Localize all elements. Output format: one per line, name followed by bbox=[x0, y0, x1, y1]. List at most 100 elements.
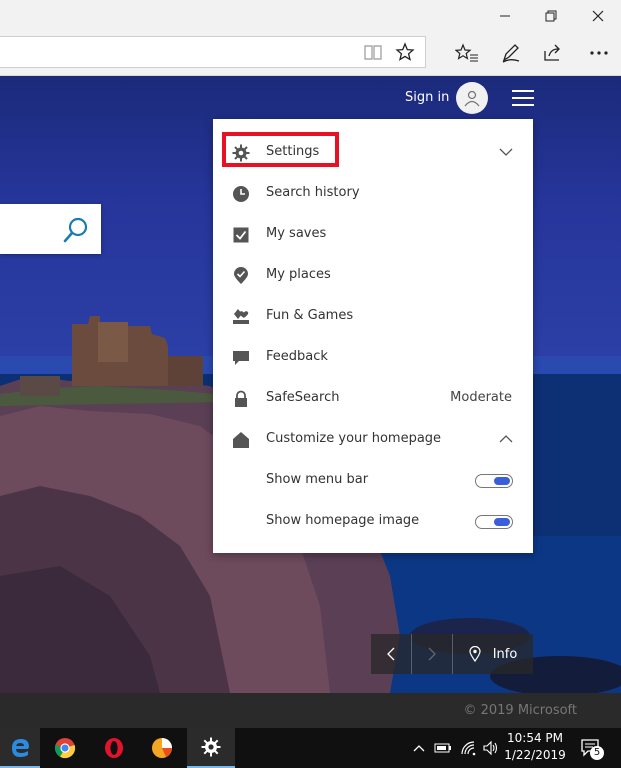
search-icon[interactable] bbox=[62, 216, 90, 244]
chat-bubble-icon bbox=[232, 349, 250, 367]
chevron-up-icon bbox=[413, 745, 425, 752]
menu-item-fun-games[interactable]: Fun & Games bbox=[213, 296, 533, 337]
chevron-down-icon[interactable] bbox=[499, 145, 513, 159]
menu-item-show-homepage-image: Show homepage image bbox=[213, 501, 533, 542]
chrome-icon bbox=[54, 738, 76, 759]
hamburger-menu-button[interactable] bbox=[512, 90, 534, 108]
show-homepage-image-toggle[interactable] bbox=[475, 515, 513, 529]
menu-item-label: Customize your homepage bbox=[266, 431, 442, 446]
favorites-hub-button[interactable] bbox=[452, 38, 482, 68]
menu-item-label: Fun & Games bbox=[266, 308, 354, 323]
games-icon bbox=[232, 308, 250, 326]
taskbar-opera[interactable] bbox=[90, 728, 138, 768]
avatar-button[interactable] bbox=[456, 82, 488, 114]
show-menu-bar-toggle[interactable] bbox=[475, 474, 513, 488]
hamburger-line bbox=[512, 90, 534, 92]
toggle-knob bbox=[494, 477, 510, 485]
minimize-button[interactable] bbox=[482, 0, 528, 32]
menu-item-label: My places bbox=[266, 267, 331, 282]
location-pin-icon bbox=[469, 646, 481, 662]
menu-item-label: SafeSearch bbox=[266, 390, 340, 405]
copyright-text: © 2019 Microsoft bbox=[463, 703, 577, 718]
gear-icon bbox=[232, 144, 250, 162]
menu-item-safesearch[interactable]: SafeSearch Moderate bbox=[213, 378, 533, 419]
menu-item-my-places[interactable]: My places bbox=[213, 255, 533, 296]
home-icon bbox=[232, 431, 250, 449]
share-button[interactable] bbox=[538, 38, 568, 68]
opera-icon bbox=[105, 738, 123, 758]
previous-image-button[interactable] bbox=[371, 634, 411, 674]
clock-time: 10:54 PM bbox=[507, 731, 563, 745]
web-note-button[interactable] bbox=[496, 38, 526, 68]
menu-item-settings[interactable]: Settings bbox=[213, 132, 533, 173]
menu-item-label: Search history bbox=[266, 185, 360, 200]
edge-icon bbox=[12, 739, 29, 757]
settings-icon bbox=[201, 737, 221, 757]
taskbar-edge[interactable] bbox=[0, 728, 40, 768]
chart-app-icon bbox=[152, 738, 172, 758]
search-box[interactable] bbox=[0, 204, 101, 254]
menu-item-my-saves[interactable]: My saves bbox=[213, 214, 533, 255]
menu-item-customize-homepage[interactable]: Customize your homepage bbox=[213, 419, 533, 460]
star-icon bbox=[395, 42, 415, 61]
page-footer: © 2019 Microsoft bbox=[0, 693, 621, 728]
menu-item-label: Show homepage image bbox=[266, 513, 420, 528]
address-bar[interactable] bbox=[0, 36, 426, 68]
menu-item-label: Show menu bar bbox=[266, 472, 369, 487]
favorite-star-button[interactable] bbox=[390, 37, 420, 67]
image-navigation: Info bbox=[371, 634, 533, 674]
reading-view-icon bbox=[364, 45, 382, 60]
safesearch-value: Moderate bbox=[450, 390, 512, 405]
network-button[interactable] bbox=[458, 728, 480, 768]
menu-item-feedback[interactable]: Feedback bbox=[213, 337, 533, 378]
info-label: Info bbox=[492, 646, 518, 662]
menu-item-label: My saves bbox=[266, 226, 327, 241]
wifi-icon bbox=[461, 741, 476, 756]
hamburger-line bbox=[512, 97, 534, 99]
hamburger-line bbox=[512, 104, 534, 106]
next-image-button[interactable] bbox=[412, 634, 452, 674]
taskbar-chrome[interactable] bbox=[41, 728, 89, 768]
user-icon bbox=[464, 90, 480, 107]
toggle-knob bbox=[494, 518, 510, 526]
taskbar-settings[interactable] bbox=[187, 728, 235, 768]
close-button[interactable] bbox=[575, 0, 621, 32]
notification-badge: 5 bbox=[590, 746, 604, 760]
chevron-left-icon bbox=[387, 647, 395, 661]
settings-dropdown-menu: Settings Search history My saves My plac… bbox=[213, 119, 533, 553]
menu-item-search-history[interactable]: Search history bbox=[213, 173, 533, 214]
windows-taskbar: 10:54 PM 1/22/2019 5 bbox=[0, 728, 621, 768]
title-bar bbox=[0, 0, 621, 32]
location-check-icon bbox=[232, 267, 250, 285]
browser-toolbar bbox=[0, 32, 621, 76]
favorites-list-icon bbox=[455, 43, 478, 62]
restore-button[interactable] bbox=[528, 0, 574, 32]
battery-icon bbox=[434, 743, 451, 753]
pen-icon bbox=[502, 44, 520, 63]
share-icon bbox=[544, 44, 560, 61]
chevron-up-icon[interactable] bbox=[499, 432, 513, 446]
sign-in-link[interactable]: Sign in bbox=[405, 90, 449, 105]
taskbar-chart-app[interactable] bbox=[138, 728, 186, 768]
volume-button[interactable] bbox=[480, 728, 502, 768]
menu-item-label: Feedback bbox=[266, 349, 328, 364]
more-button[interactable] bbox=[584, 38, 614, 68]
menu-item-label: Settings bbox=[266, 144, 320, 159]
reading-view-button[interactable] bbox=[358, 37, 388, 67]
minimize-icon bbox=[500, 15, 510, 17]
tray-overflow-button[interactable] bbox=[410, 728, 428, 768]
taskbar-clock[interactable]: 10:54 PM 1/22/2019 bbox=[500, 730, 570, 764]
more-dots-icon bbox=[590, 51, 608, 55]
chevron-right-icon bbox=[428, 647, 436, 661]
lock-icon bbox=[232, 390, 250, 408]
checkbox-icon bbox=[232, 226, 250, 244]
restore-icon bbox=[545, 10, 557, 22]
battery-button[interactable] bbox=[432, 728, 454, 768]
close-icon bbox=[592, 10, 604, 22]
action-center-button[interactable]: 5 bbox=[576, 728, 608, 768]
image-info-button[interactable]: Info bbox=[453, 634, 533, 674]
clock-date: 1/22/2019 bbox=[504, 748, 566, 762]
clock-icon bbox=[232, 185, 250, 203]
speaker-icon bbox=[483, 740, 498, 756]
menu-item-show-menu-bar: Show menu bar bbox=[213, 460, 533, 501]
